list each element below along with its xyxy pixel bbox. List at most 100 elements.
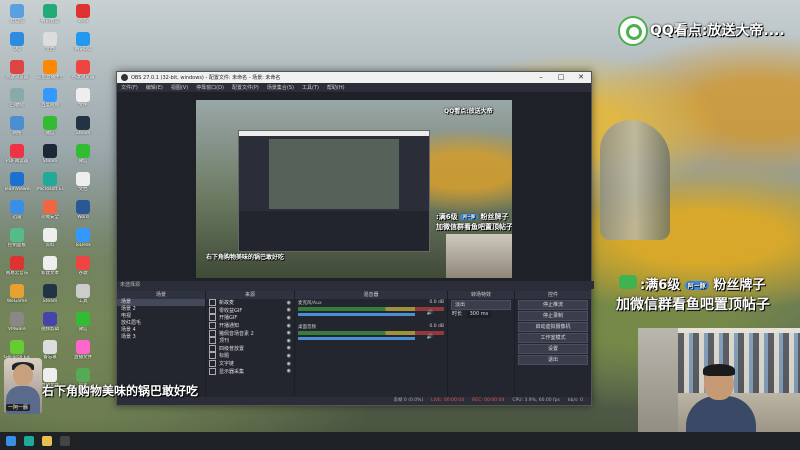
desktop-icon[interactable]: 文档 — [37, 32, 63, 52]
desktop-icon[interactable]: Microsoft Edge — [37, 172, 63, 192]
desktop-icon[interactable]: 文档 — [70, 172, 96, 192]
desktop-icon[interactable]: 腾讯QQ — [70, 32, 96, 52]
desktop-icon[interactable]: GeForce Experience — [4, 340, 30, 360]
desktop-icon[interactable]: 资料 — [37, 228, 63, 248]
menu-item[interactable]: 场景集合(S) — [267, 84, 294, 91]
visibility-eye-icon[interactable]: ◉ — [287, 315, 291, 321]
desktop-icon[interactable]: 腾讯会议 — [37, 4, 63, 24]
menu-item[interactable]: 编辑(E) — [146, 84, 163, 91]
source-item[interactable]: 显示器采集 ◉ — [206, 367, 294, 375]
menu-item[interactable]: 工具(T) — [302, 84, 319, 91]
control-button[interactable]: 停止录制 — [518, 311, 588, 321]
visibility-eye-icon[interactable]: ◉ — [287, 368, 291, 374]
desktop-icon[interactable]: 迅雷 — [4, 200, 30, 220]
menu-item[interactable]: 停靠窗口(D) — [196, 84, 224, 91]
menu-item[interactable]: 配置文件(P) — [232, 84, 259, 91]
desktop-icon[interactable]: QQ — [4, 32, 30, 52]
scene-item[interactable]: 场景 — [117, 299, 205, 306]
desktop-icon[interactable]: 百度网盘 — [37, 88, 63, 108]
minimize-icon[interactable]: – — [531, 72, 551, 83]
desktop-icon[interactable]: WPS — [70, 4, 96, 24]
visibility-eye-icon[interactable]: ◉ — [287, 345, 291, 351]
source-item[interactable]: 猪佩音场音素 2 ◉ — [206, 329, 294, 337]
desktop-icon[interactable]: 备忘录 — [37, 340, 63, 360]
desktop-icon[interactable]: 谷歌 — [70, 256, 96, 276]
visibility-eye-icon[interactable]: ◉ — [287, 353, 291, 359]
desktop-icon[interactable]: Word — [70, 200, 96, 220]
source-item[interactable]: 新故麦 ◉ — [206, 299, 294, 307]
scene-item[interactable]: 场景 4 — [117, 327, 205, 334]
duration-input[interactable]: 300 ms — [466, 311, 492, 318]
visibility-eye-icon[interactable]: ◉ — [287, 361, 291, 367]
visibility-eye-icon[interactable]: ◉ — [287, 330, 291, 336]
desktop-icon[interactable]: ToDesk — [70, 228, 96, 248]
visibility-eye-icon[interactable]: ◉ — [287, 338, 291, 344]
edge-icon[interactable] — [24, 436, 34, 446]
source-item[interactable]: 四级普放置 ◉ — [206, 344, 294, 353]
desktop-icon[interactable]: 谷歌浏览器 — [4, 60, 30, 80]
mixer-channel-header: 麦克风/Aux 0.0 dB — [298, 300, 444, 306]
scene-item[interactable]: 电视 — [117, 313, 205, 320]
desktop-icon-label: 微信 — [45, 131, 55, 136]
desktop-icon[interactable]: 微信 — [70, 144, 96, 164]
obs-preview-area[interactable]: QQ看点:放送大帝 :满6级 阿一豚 粉丝牌子 加微信群看鱼吧置顶帖子 右下角购… — [117, 93, 591, 281]
desktop-icon[interactable]: VMware — [4, 312, 30, 332]
desktop-icon[interactable]: 视频剪辑 — [37, 312, 63, 332]
source-item[interactable]: 开播GIF ◉ — [206, 314, 294, 322]
control-button[interactable]: 退出 — [518, 355, 588, 365]
desktop-icon[interactable]: 斗鱼直播伴侣 — [37, 60, 63, 80]
desktop-icon[interactable]: 此电脑 — [4, 4, 30, 24]
desktop-icon[interactable]: 新建文本 — [37, 256, 63, 276]
volume-fader[interactable]: 🔊 — [298, 334, 433, 340]
desktop-icon[interactable]: TeamViewer — [4, 172, 30, 192]
desktop-icon[interactable]: 谷歌浏览器 — [70, 60, 96, 80]
desktop-icon[interactable]: 网易云音乐 — [4, 256, 30, 276]
source-item[interactable]: 顶刊 ◉ — [206, 337, 294, 345]
obs-window[interactable]: OBS 27.0.1 (32-bit, windows) - 配置文件: 未命名… — [116, 71, 594, 406]
desktop-icon[interactable]: 文件 — [70, 88, 96, 108]
status-cpu: CPU: 3.9%, 60.00 fps — [512, 398, 560, 403]
desktop-icon[interactable]: PDF阅读器 — [4, 144, 30, 164]
desktop-icon[interactable]: 微信 — [37, 116, 63, 136]
desktop-icon[interactable]: Steam — [37, 144, 63, 164]
menu-item[interactable]: 视图(V) — [171, 84, 188, 91]
close-icon[interactable]: ✕ — [571, 72, 591, 83]
scene-item[interactable]: 场景 2 — [117, 306, 205, 313]
maximize-icon[interactable]: □ — [551, 72, 571, 83]
desktop-icon[interactable]: 微信 — [70, 312, 96, 332]
menu-item[interactable]: 帮助(H) — [327, 84, 345, 91]
desktop-icon[interactable]: 回收站 — [4, 88, 30, 108]
control-button[interactable]: 启动虚拟摄像机 — [518, 322, 588, 332]
start-icon[interactable] — [6, 436, 16, 446]
menu-item[interactable]: 文件(F) — [121, 84, 138, 91]
transition-type-select[interactable]: 淡出 — [451, 300, 511, 310]
source-item[interactable]: 标题 ◉ — [206, 352, 294, 360]
obs-icon[interactable] — [60, 436, 70, 446]
desktop-app-icon — [43, 284, 57, 298]
scene-item[interactable]: 放红眉毛 — [117, 320, 205, 327]
desktop-icon[interactable]: 直播文件 — [70, 340, 96, 360]
source-item[interactable]: 零收益GIF ◉ — [206, 306, 294, 315]
desktop-icon[interactable]: Steam — [37, 284, 63, 304]
visibility-eye-icon[interactable]: ◉ — [287, 323, 291, 329]
file-explorer-icon[interactable] — [42, 436, 52, 446]
desktop-icon[interactable]: 火绒安全 — [37, 200, 63, 220]
desktop-icon[interactable]: WeGame — [4, 284, 30, 304]
obs-preview-canvas[interactable]: QQ看点:放送大帝 :满6级 阿一豚 粉丝牌子 加微信群看鱼吧置顶帖子 右下角购… — [196, 100, 512, 278]
source-item[interactable]: 文字链 ◉ — [206, 360, 294, 368]
obs-title-bar[interactable]: OBS 27.0.1 (32-bit, windows) - 配置文件: 未命名… — [117, 72, 591, 83]
control-button[interactable]: 工作室模式 — [518, 333, 588, 343]
desktop-icon[interactable]: 网络 — [4, 116, 30, 136]
desktop-icon[interactable]: 工具 — [70, 284, 96, 304]
volume-fader[interactable]: 🔊 — [298, 310, 433, 316]
visibility-eye-icon[interactable]: ◉ — [287, 300, 291, 306]
speaker-icon[interactable]: 🔊 — [427, 334, 433, 340]
speaker-icon[interactable]: 🔊 — [427, 310, 433, 316]
control-button[interactable]: 停止推流 — [518, 300, 588, 310]
visibility-eye-icon[interactable]: ◉ — [287, 307, 291, 313]
desktop-icon[interactable]: Steam — [70, 116, 96, 136]
scene-item[interactable]: 场景 3 — [117, 334, 205, 341]
control-button[interactable]: 设置 — [518, 344, 588, 354]
desktop-icon[interactable]: 控制面板 — [4, 228, 30, 248]
source-item[interactable]: 开播通知 ◉ — [206, 322, 294, 330]
